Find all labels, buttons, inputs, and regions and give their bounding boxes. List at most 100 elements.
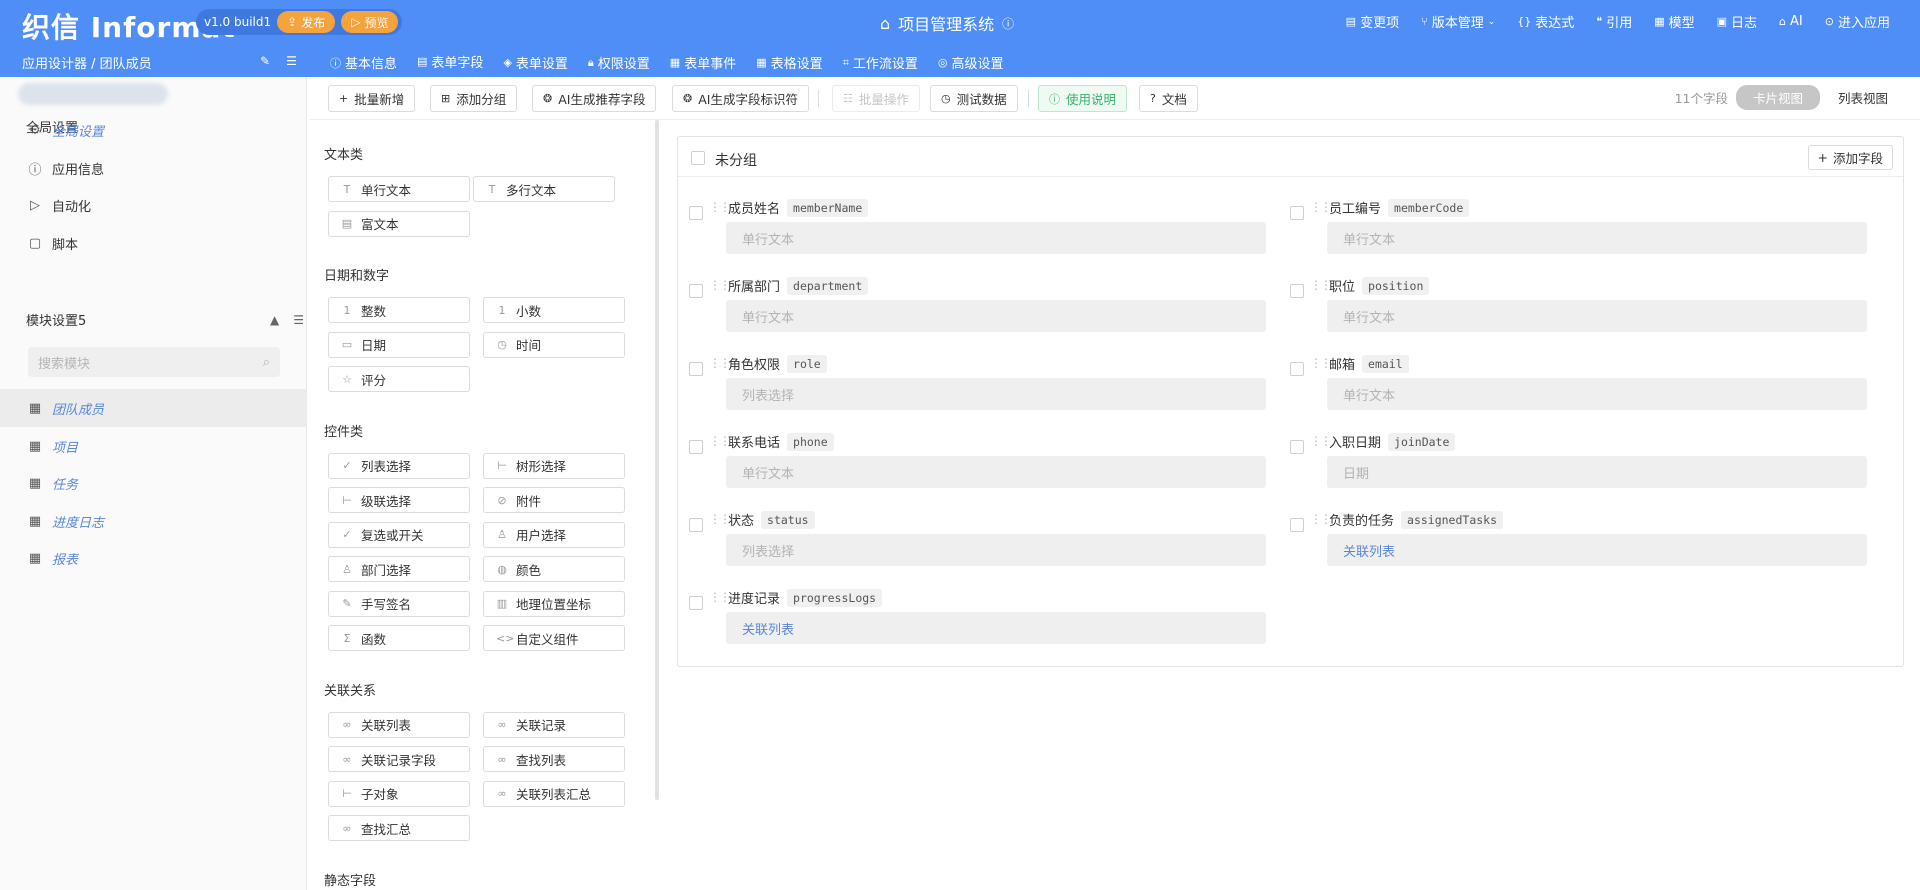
palette-field-button[interactable]: ⊢ 子对象 [328,780,470,807]
toolbar-button-0[interactable]: + 批量新增 [328,85,416,112]
list-view-button[interactable]: 列表视图 [1838,88,1888,107]
field-card[interactable]: ⋮⋮ 员工编号 memberCode 单行文本 [1290,192,1867,266]
sidebar-item-global-2[interactable]: ▷ 自动化 [28,196,91,215]
drag-handle-icon[interactable]: ⋮⋮ [709,510,731,528]
sidebar-item-global-3[interactable]: ▢ 脚本 [28,234,78,253]
sort-icon[interactable]: ▲ [270,313,279,327]
field-checkbox[interactable] [1290,440,1304,454]
palette-field-button[interactable]: ⊢ 级联选择 [328,487,470,513]
palette-field-button[interactable]: ◍ 颜色 [483,556,625,582]
palette-field-button[interactable]: T 单行文本 [328,176,470,202]
group-checkbox[interactable] [691,151,705,165]
tab-5[interactable]: ▦ 表格设置 [756,52,822,79]
header-nav-item[interactable]: {} 表达式 [1517,12,1574,31]
palette-field-button[interactable]: ∞ 关联列表汇总 [483,780,625,807]
tab-3[interactable]: 🔒︎ 权限设置 [588,52,650,79]
menu-icon[interactable]: ☰ [293,313,304,327]
palette-field-button[interactable]: ▤ 富文本 [328,210,470,237]
field-checkbox[interactable] [689,518,703,532]
toolbar-button-2[interactable]: ❂ AI生成推荐字段 [532,85,657,112]
question-icon[interactable]: ⓘ [1002,15,1014,32]
toolbar-button-7[interactable]: ? 文档 [1139,85,1198,112]
tab-1[interactable]: ▤ 表单字段 [417,52,484,79]
tab-7[interactable]: ◎ 高级设置 [938,52,1004,79]
drag-handle-icon[interactable]: ⋮⋮ [709,276,731,294]
palette-field-button[interactable]: ☆ 评分 [328,366,470,392]
palette-field-button[interactable]: T 多行文本 [473,176,615,202]
add-field-button[interactable]: + 添加字段 [1807,145,1893,170]
field-checkbox[interactable] [689,206,703,220]
palette-scrollbar[interactable] [655,120,659,800]
palette-field-button[interactable]: ◷ 时间 [483,331,625,358]
sidebar-module-item[interactable]: ▦ 团队成员 [28,399,104,418]
palette-field-button[interactable]: ∞ 关联列表 [328,711,470,738]
sidebar-module-item[interactable]: ▦ 项目 [28,437,78,456]
toolbar-button-6[interactable]: ⓘ 使用说明 [1038,85,1128,112]
field-checkbox[interactable] [1290,206,1304,220]
card-view-button[interactable]: 卡片视图 [1735,85,1820,110]
header-nav-item[interactable]: ▦ 模型 [1654,12,1694,31]
palette-field-button[interactable]: ⊘ 附件 [483,487,625,513]
field-card[interactable]: ⋮⋮ 入职日期 joinDate 日期 [1290,426,1867,500]
palette-field-button[interactable]: ✎ 手写签名 [328,590,470,617]
palette-field-button[interactable]: ▭ 日期 [328,331,470,358]
sidebar-module-item[interactable]: ▦ 进度日志 [28,512,104,531]
collapse-icon[interactable]: ☰ [286,54,297,68]
field-checkbox[interactable] [1290,518,1304,532]
field-card[interactable]: ⋮⋮ 进度记录 progressLogs 关联列表 [689,582,1266,656]
palette-field-button[interactable]: ✓ 列表选择 [328,452,470,479]
drag-handle-icon[interactable]: ⋮⋮ [709,198,731,216]
publish-button[interactable]: ⇪ 发布 [277,11,336,33]
tab-4[interactable]: ▦ 表单事件 [670,52,736,79]
header-nav-item[interactable]: ⊙ 进入应用 [1825,12,1890,31]
preview-button[interactable]: ▷ 预览 [341,11,399,33]
drag-handle-icon[interactable]: ⋮⋮ [1310,432,1332,450]
field-checkbox[interactable] [689,362,703,376]
field-card[interactable]: ⋮⋮ 负责的任务 assignedTasks 关联列表 [1290,504,1867,578]
sidebar-module-item[interactable]: ▦ 任务 [28,474,78,493]
drag-handle-icon[interactable]: ⋮⋮ [1310,198,1332,216]
drag-handle-icon[interactable]: ⋮⋮ [709,432,731,450]
header-nav-item[interactable]: ⌂ AI [1779,12,1803,31]
field-checkbox[interactable] [689,440,703,454]
field-card[interactable]: ⋮⋮ 邮箱 email 单行文本 [1290,348,1867,422]
sidebar-item-global-0[interactable]: ⚙ 全局设置 [28,121,104,140]
palette-field-button[interactable]: ♙ 部门选择 [328,556,470,582]
field-card[interactable]: ⋮⋮ 成员姓名 memberName 单行文本 [689,192,1266,266]
sidebar-item-global-1[interactable]: ⓘ 应用信息 [28,159,104,178]
palette-field-button[interactable]: ✓ 复选或开关 [328,521,470,548]
palette-field-button[interactable]: ∞ 关联记录字段 [328,746,470,772]
field-checkbox[interactable] [689,596,703,610]
tab-2[interactable]: ◈ 表单设置 [503,52,567,79]
module-search-input[interactable]: 搜索模块 ⌕ [28,347,280,377]
toolbar-button-3[interactable]: ❂ AI生成字段标识符 [672,85,809,112]
field-checkbox[interactable] [689,284,703,298]
palette-field-button[interactable]: ♙ 用户选择 [483,521,625,548]
palette-field-button[interactable]: Σ 函数 [328,625,470,651]
field-checkbox[interactable] [1290,362,1304,376]
palette-field-button[interactable]: 1 小数 [483,297,625,323]
field-checkbox[interactable] [1290,284,1304,298]
palette-field-button[interactable]: ∞ 查找汇总 [328,815,470,841]
tab-0[interactable]: ⓘ 基本信息 [330,52,397,79]
drag-handle-icon[interactable]: ⋮⋮ [709,354,731,372]
toolbar-button-4[interactable]: ☷ 批量操作 [832,85,920,112]
edit-icon[interactable]: ✎ [260,54,270,68]
field-card[interactable]: ⋮⋮ 联系电话 phone 单行文本 [689,426,1266,500]
sidebar-module-item[interactable]: ▦ 报表 [28,549,78,568]
header-nav-item[interactable]: ⑂ 版本管理 ⌄ [1421,12,1495,31]
palette-field-button[interactable]: ∞ 查找列表 [483,746,625,772]
palette-field-button[interactable]: ∞ 关联记录 [483,711,625,738]
field-card[interactable]: ⋮⋮ 所属部门 department 单行文本 [689,270,1266,344]
tab-6[interactable]: ⌗ 工作流设置 [843,52,918,79]
palette-field-button[interactable]: <> 自定义组件 [483,625,625,651]
palette-field-button[interactable]: ⊢ 树形选择 [483,452,625,479]
drag-handle-icon[interactable]: ⋮⋮ [1310,276,1332,294]
header-nav-item[interactable]: ❝ 引用 [1596,12,1632,31]
palette-field-button[interactable]: 1 整数 [328,297,470,323]
drag-handle-icon[interactable]: ⋮⋮ [1310,354,1332,372]
field-card[interactable]: ⋮⋮ 状态 status 列表选择 [689,504,1266,578]
toolbar-button-5[interactable]: ◷ 测试数据 [930,85,1018,112]
header-nav-item[interactable]: ▣ 日志 [1717,12,1757,31]
palette-field-button[interactable]: ▥ 地理位置坐标 [483,590,625,617]
